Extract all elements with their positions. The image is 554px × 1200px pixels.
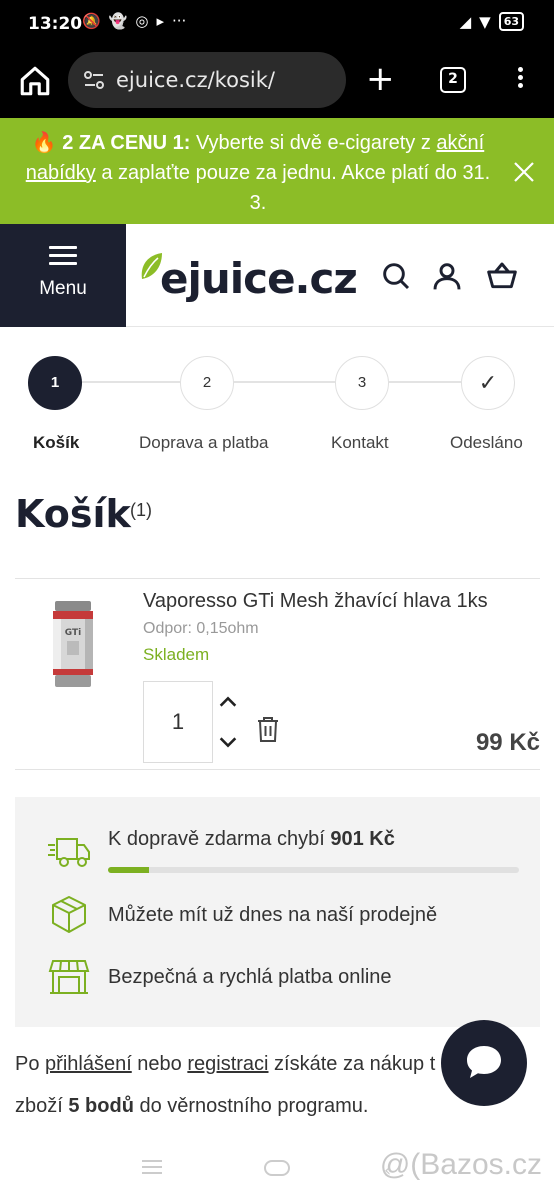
stock-status: Skladem [143, 645, 210, 664]
site-logo[interactable]: ejuice.cz [138, 249, 358, 303]
step-1-circle: 1 [28, 356, 82, 410]
site-settings-icon[interactable] [82, 68, 106, 92]
more-notifications-icon: ··· [172, 12, 187, 30]
chevron-up-icon[interactable] [217, 691, 239, 713]
free-shipping-amount: 901 Kč [330, 828, 395, 850]
package-box-icon [52, 896, 86, 933]
store-icon [48, 960, 90, 994]
step-3-circle[interactable]: 3 [335, 356, 389, 410]
cart-item-count: (1) [130, 500, 152, 520]
svg-text:GTi: GTi [65, 628, 81, 638]
status-time: 13:20 [28, 14, 83, 34]
cart-icon[interactable] [486, 260, 518, 292]
loyalty-text-part: do věrnostního programu. [133, 1095, 369, 1117]
chevron-down-icon[interactable] [217, 731, 239, 753]
site-header: Menu ejuice.cz [0, 224, 554, 327]
loyalty-text-part: Po [15, 1053, 46, 1075]
chat-bubble-icon [467, 1046, 501, 1078]
home-icon[interactable] [18, 64, 52, 98]
system-nav-bar: ‹ @(Bazos.cz [0, 1140, 554, 1200]
promo-text: Vyberte si dvě e-cigarety z [190, 132, 437, 154]
close-icon[interactable] [512, 160, 536, 184]
item-price: 99 Kč [475, 729, 540, 756]
play-icon: ▸ [156, 12, 164, 30]
mute-icon: 🔕 [82, 12, 101, 30]
login-link[interactable]: přihlášení [45, 1053, 132, 1075]
url-text[interactable]: ejuice.cz/kosik/ [116, 68, 275, 92]
delivery-truck-icon [48, 838, 90, 867]
step-label-contact[interactable]: Kontakt [331, 433, 389, 453]
checkout-steps: 1 2 3 ✓ Košík Doprava a platba Kontakt O… [0, 327, 554, 467]
loyalty-points: 5 bodů [68, 1095, 134, 1117]
free-shipping-progress [108, 867, 519, 873]
loyalty-text: Po přihlášení nebo registraci získáte za… [15, 1043, 445, 1127]
step-connector [389, 381, 461, 383]
step-label-shipping[interactable]: Doprava a platba [139, 433, 268, 453]
trash-icon[interactable] [256, 715, 280, 743]
quantity-input[interactable]: 1 [143, 681, 213, 763]
product-image[interactable]: GTi [45, 599, 101, 691]
browser-toolbar: ejuice.cz/kosik/ + 2 [0, 50, 554, 118]
loyalty-text-part: nebo [131, 1053, 188, 1075]
free-shipping-label: K dopravě zdarma chybí [108, 828, 331, 850]
promo-headline: 2 ZA CENU 1: [62, 132, 191, 154]
address-bar[interactable]: ejuice.cz/kosik/ [68, 52, 346, 108]
status-bar: 13:20 🔕 👻 ◎ ▸ ··· ◢ ▼ 63 [0, 0, 554, 50]
product-name[interactable]: Vaporesso GTi Mesh žhavící hlava 1ks [143, 590, 488, 613]
signal-icon: ◢ [459, 12, 472, 31]
benefits-box: K dopravě zdarma chybí 901 Kč Můžete mít… [15, 797, 540, 1027]
secure-payment-text: Bezpečná a rychlá platba online [108, 966, 392, 988]
hamburger-icon [49, 246, 77, 270]
snapchat-icon: 👻 [108, 12, 128, 30]
menu-button[interactable]: Menu [0, 224, 126, 327]
logo-text: ejuice.cz [160, 254, 358, 303]
progress-fill [108, 867, 150, 873]
search-icon[interactable] [380, 260, 412, 292]
page-title: Košík [15, 492, 131, 536]
fire-icon: 🔥 [31, 132, 57, 154]
user-icon[interactable] [431, 260, 463, 292]
free-shipping-text: K dopravě zdarma chybí 901 Kč [108, 828, 395, 851]
step-connector [82, 381, 180, 383]
new-tab-button[interactable]: + [366, 62, 395, 96]
product-attribute: Odpor: 0,15ohm [143, 620, 259, 637]
menu-label: Menu [39, 278, 87, 299]
wifi-icon: ▼ [479, 12, 491, 31]
store-pickup-text: Můžete mít už dnes na naší prodejně [108, 904, 438, 926]
step-2-circle[interactable]: 2 [180, 356, 234, 410]
promo-text-end: a zaplaťte pouze za jednu. Akce platí do… [95, 162, 491, 214]
browser-menu-icon[interactable] [510, 64, 530, 94]
cart-item: GTi Vaporesso GTi Mesh žhavící hlava 1ks… [15, 578, 540, 770]
nav-home-icon[interactable] [264, 1160, 290, 1176]
register-link[interactable]: registraci [187, 1053, 268, 1075]
loyalty-text-part: zboží [15, 1095, 69, 1117]
watermark: @(Bazos.cz [379, 1148, 542, 1181]
tab-switcher-button[interactable]: 2 [440, 67, 466, 93]
notification-icons: 🔕 👻 ◎ ▸ ··· [82, 12, 186, 30]
promo-banner: 🔥 2 ZA CENU 1: Vyberte si dvě e-cigarety… [0, 118, 554, 224]
step-done-check-icon: ✓ [461, 356, 515, 410]
step-label-cart: Košík [33, 433, 80, 452]
target-icon: ◎ [135, 12, 149, 30]
battery-icon: 63 [498, 12, 524, 31]
chat-button[interactable] [441, 1020, 527, 1106]
step-connector [234, 381, 335, 383]
recent-apps-icon[interactable] [142, 1160, 162, 1178]
system-icons: ◢ ▼ 63 [460, 12, 524, 31]
loyalty-text-part: získáte za nákup t [268, 1053, 436, 1075]
step-label-sent: Odesláno [450, 433, 523, 452]
